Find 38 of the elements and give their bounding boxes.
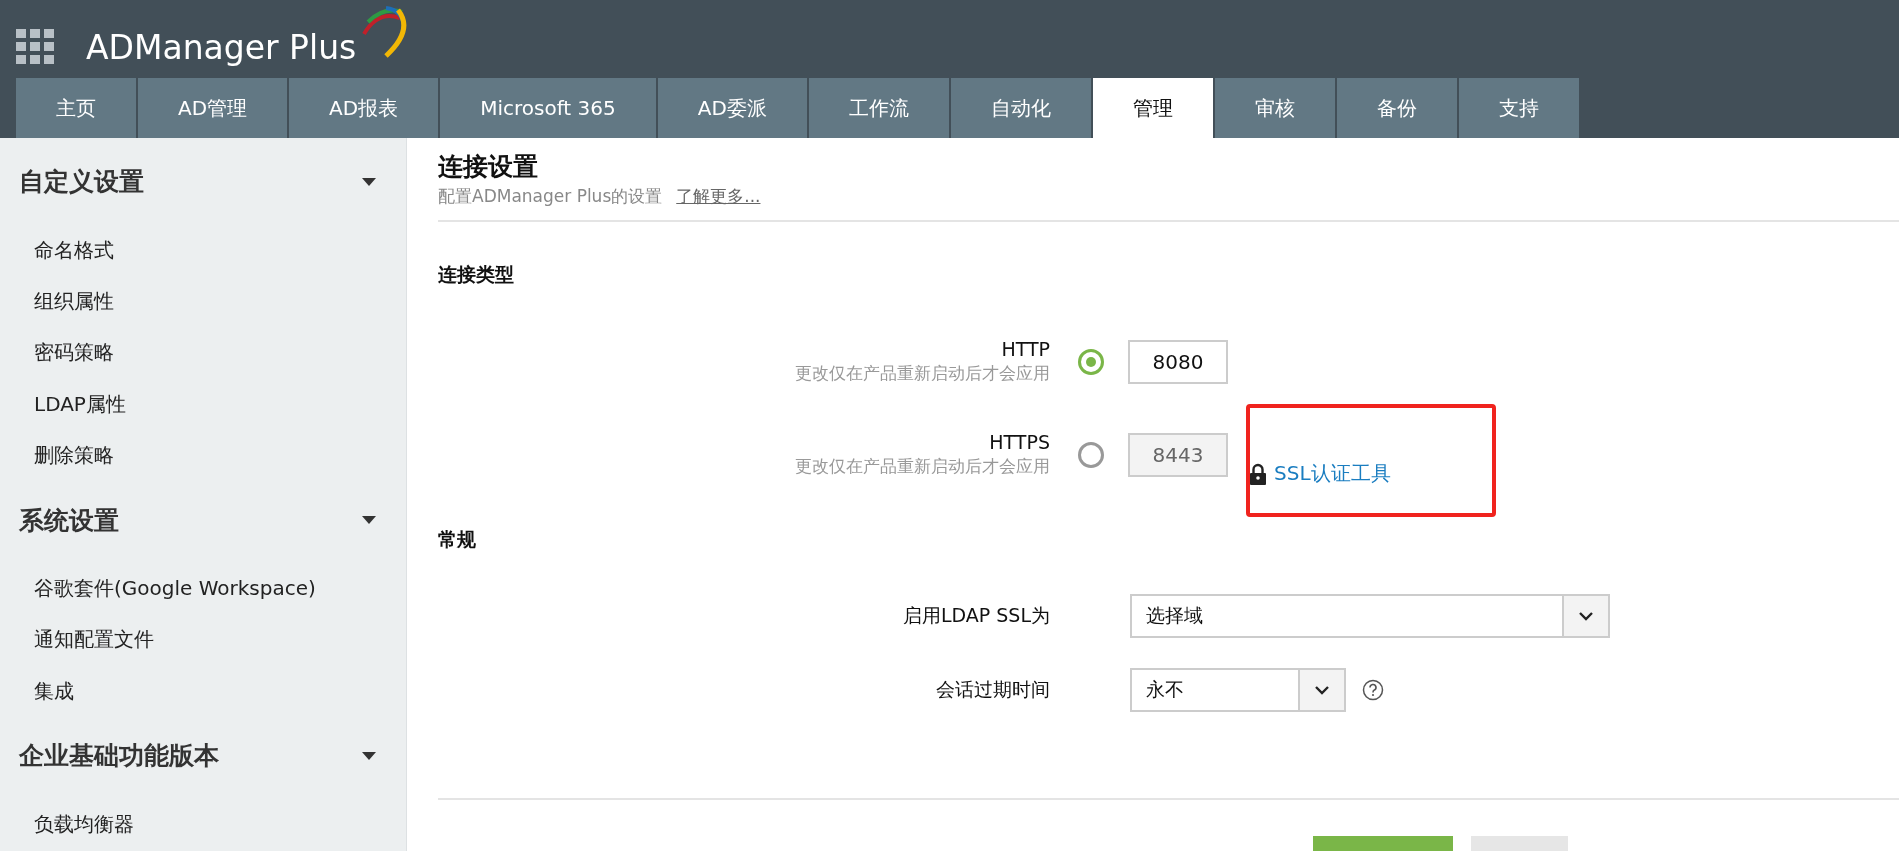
sidebar-item[interactable]: 集成 [0,666,406,719]
sidebar-item[interactable]: LDAP属性 [0,379,406,432]
field-label: 启用LDAP SSL为 [901,603,1050,628]
nav-tab[interactable]: 管理 [1092,78,1213,138]
learn-more-link[interactable]: 了解更多... [676,185,761,208]
nav-tab[interactable]: 主页 [16,78,136,138]
sidebar-section-title[interactable]: 企业基础功能版本 [19,739,219,773]
nav-tab[interactable]: AD委派 [657,78,807,138]
section-heading: 常规 [438,527,477,552]
page-subtitle: 配置ADManager Plus的设置 [438,185,663,208]
nav-tab[interactable]: 备份 [1336,78,1457,138]
sidebar-item[interactable]: 删除策略 [0,431,406,483]
page-title: 连接设置 [438,151,539,183]
nav-tab[interactable]: 工作流 [808,78,949,138]
option-note: 更改仅在产品重新启动后才会应用 [795,455,1050,478]
sidebar-item[interactable]: 命名格式 [0,225,406,277]
field-label: 会话过期时间 [935,677,1050,702]
option-label: HTTPS [989,431,1050,453]
sidebar-item[interactable]: 通知配置文件 [0,615,406,667]
sidebar-section-title[interactable]: 系统设置 [19,503,119,537]
nav-tab[interactable]: AD管理 [138,78,288,138]
product-logo: ADManager Plus [86,27,357,67]
sidebar-item[interactable]: 组织属性 [0,276,406,329]
sidebar-item[interactable]: 负载均衡器 [0,799,406,851]
sidebar-item[interactable]: 谷歌套件(Google Workspace) [0,563,406,616]
option-label: HTTP [1001,338,1050,360]
nav-tab[interactable]: 审核 [1214,78,1335,138]
port-field[interactable]: 8080 [1128,339,1228,384]
nav-tab[interactable]: 支持 [1458,78,1579,138]
option-note: 更改仅在产品重新启动后才会应用 [795,362,1050,385]
section-heading: 连接类型 [438,262,515,287]
sidebar-item[interactable]: 密码策略 [0,328,406,380]
dropdown-field[interactable]: 永不 [1130,668,1346,712]
nav-tab[interactable]: 自动化 [950,78,1091,138]
nav-tab[interactable]: Microsoft 365 [440,78,656,138]
dropdown-field[interactable]: 选择域 [1130,594,1610,638]
sidebar-section-title[interactable]: 自定义设置 [19,165,144,199]
nav-tab[interactable]: AD报表 [289,78,439,138]
